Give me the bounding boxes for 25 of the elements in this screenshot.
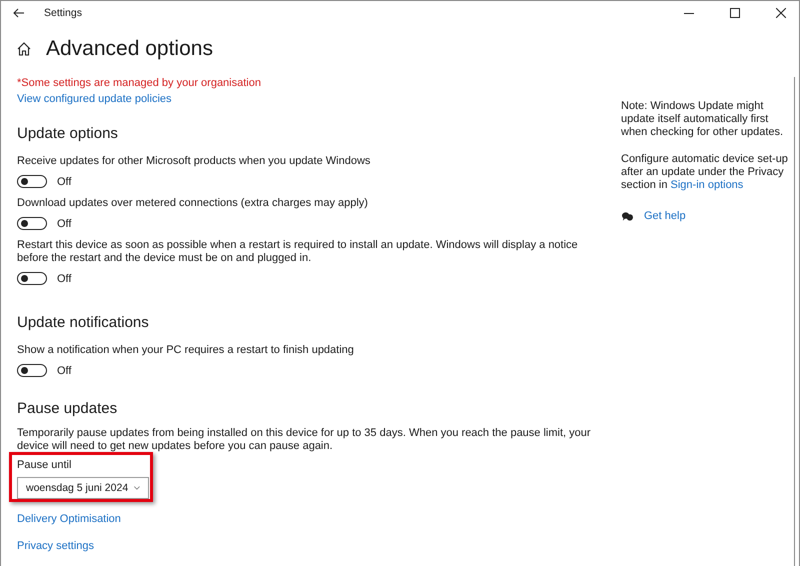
toggle-state: Off: [57, 364, 72, 376]
setting-label: Show a notification when your PC requires a restart to finish updating: [17, 344, 355, 357]
setting-label: Restart this device as soon as possible when a restart is required to install an update. Windows will display a notice before the restart and the device must be on and plugged in.: [17, 239, 579, 265]
toggle-state: Off: [57, 176, 72, 188]
dropdown-value: woensdag 5 juni 2024: [26, 482, 128, 494]
window-title: Settings: [44, 7, 82, 19]
update-note: Note: Windows Update might update itself automatically first when checking for other updates.: [621, 100, 784, 139]
settings-link[interactable]: Privacy settings: [17, 540, 94, 552]
settings-link[interactable]: Delivery Optimisation: [17, 513, 121, 525]
setting-label: Receive updates for other Microsoft products when you update Windows: [17, 155, 372, 168]
date-dropdown[interactable]: woensdag 5 juni 2024: [17, 477, 149, 499]
toggle-state: Off: [57, 272, 72, 284]
get-help-link[interactable]: Get help: [644, 210, 686, 222]
section-heading: Update options: [17, 125, 118, 142]
page-heading: Advanced options: [46, 37, 213, 61]
sign-in-options-link[interactable]: Sign-in options: [670, 179, 744, 191]
section-heading: Pause updates: [17, 400, 118, 417]
configure-note: Configure automatic device set-up after an update under the Privacy section in Sign-in options: [621, 153, 789, 192]
setting-label: Download updates over metered connections (extra charges may apply): [17, 197, 369, 210]
pause-description: Temporarily pause updates from being installed on this device for up to 35 days. When you reach the pause limit, your device will need to get new updates before you can pause again.: [17, 427, 592, 453]
toggle-state: Off: [57, 218, 72, 230]
managed-notice: *Some settings are managed by your organisation: [17, 77, 261, 89]
policies-link[interactable]: View configured update policies: [17, 93, 172, 105]
field-label: Pause until: [17, 459, 72, 471]
section-heading: Update notifications: [17, 314, 149, 331]
